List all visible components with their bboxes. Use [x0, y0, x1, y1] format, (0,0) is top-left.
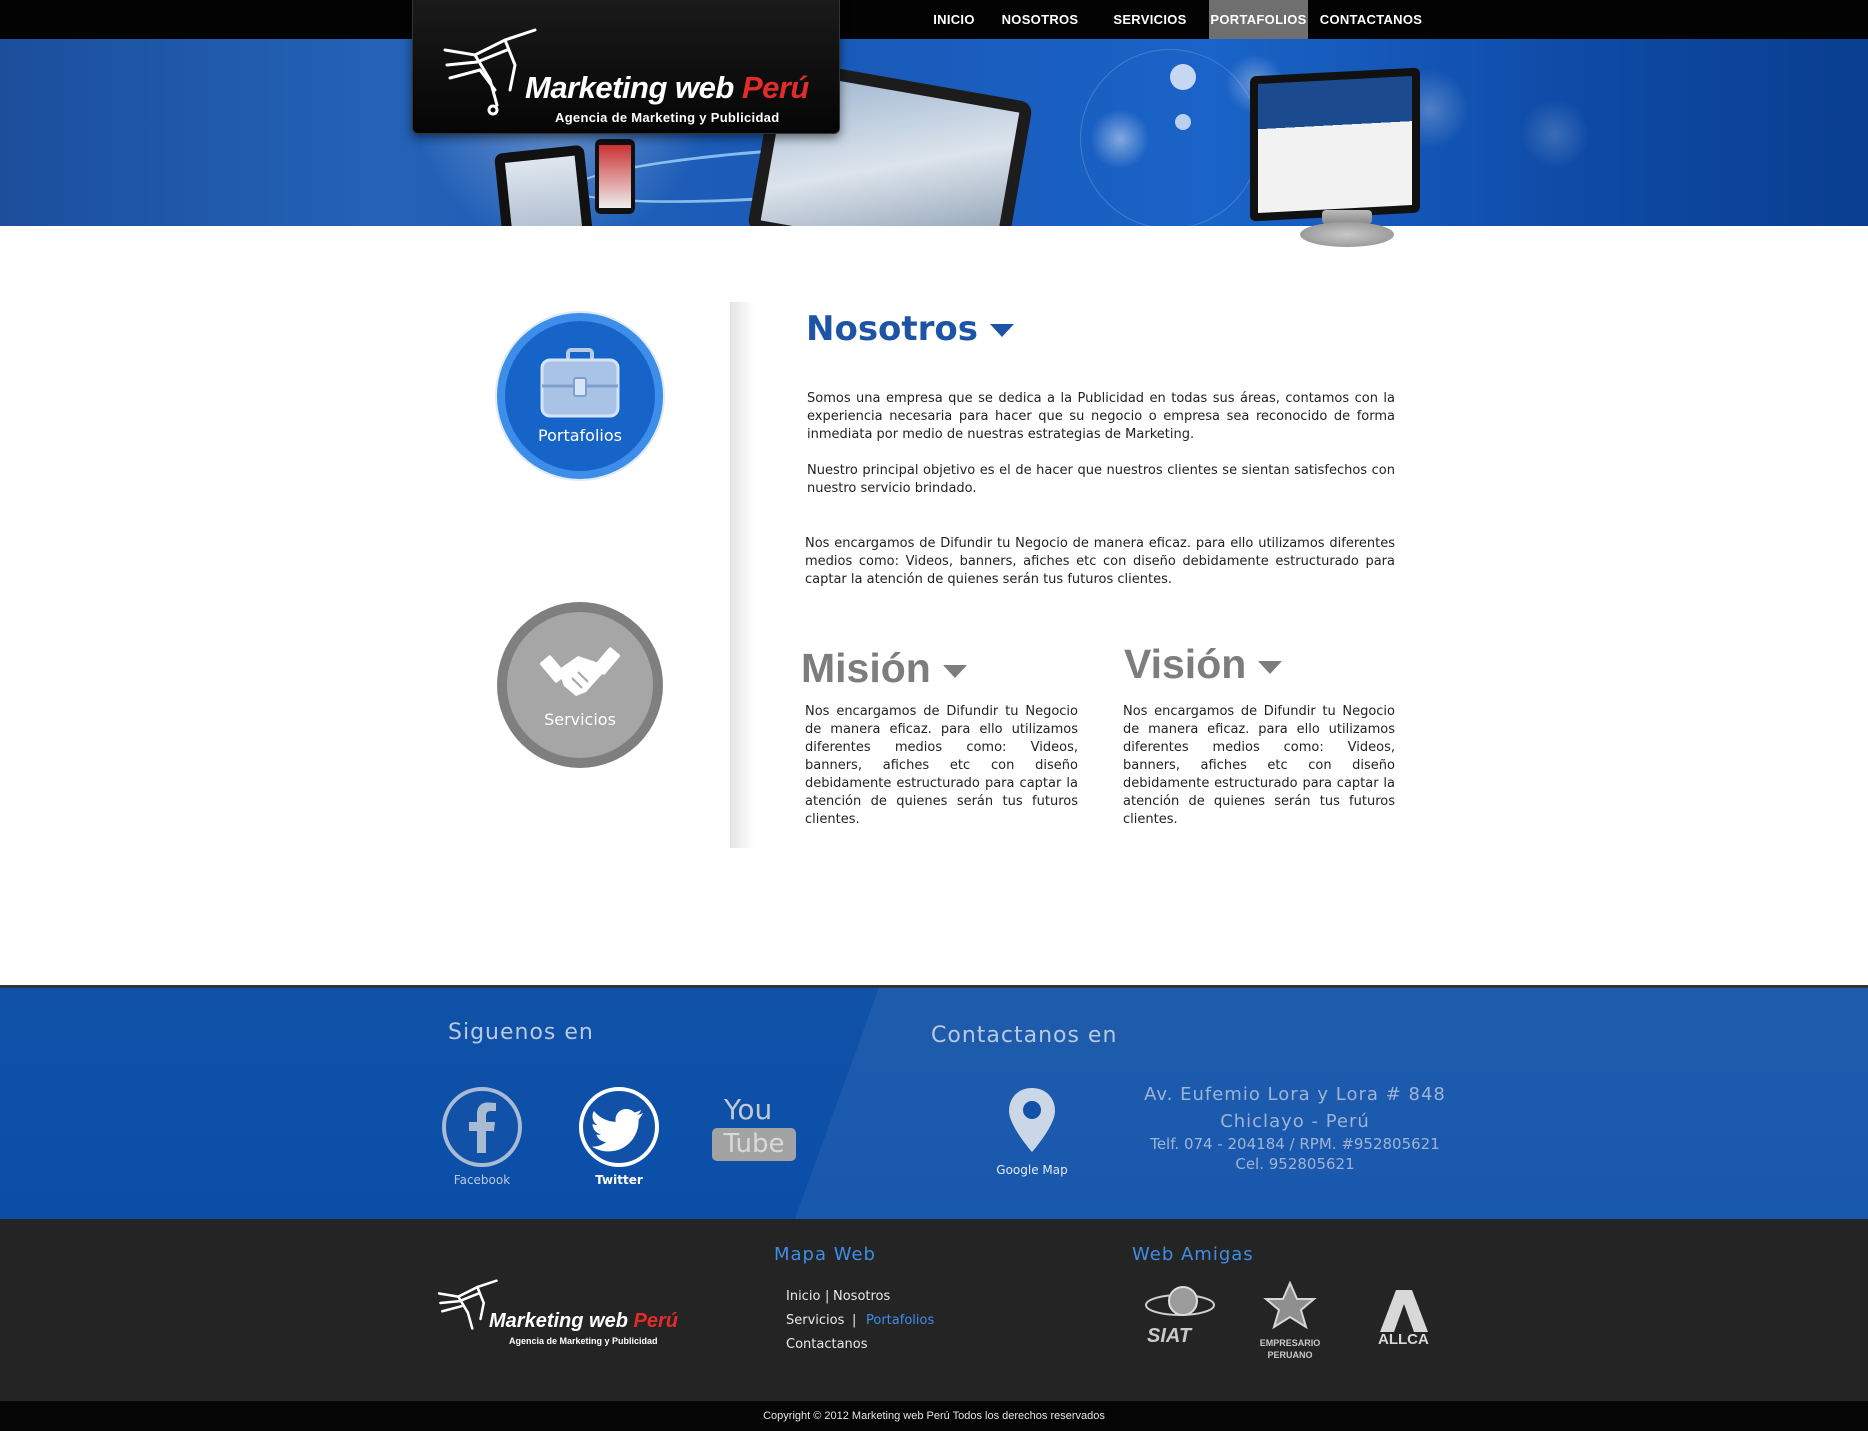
- servicios-label: Servicios: [544, 709, 616, 729]
- nosotros-heading: Nosotros: [806, 309, 1015, 349]
- handshake-icon: [540, 646, 620, 696]
- mision-text: Nos encargamos de Difundir tu Negocio de…: [805, 704, 1078, 827]
- nav-inicio[interactable]: INICIO: [926, 0, 982, 39]
- twitter-icon: [592, 1109, 643, 1152]
- nav-portafolios[interactable]: PORTAFOLIOS: [1209, 0, 1308, 39]
- footer-link-inicio[interactable]: Inicio: [786, 1289, 820, 1304]
- logo-wordmark: Marketing web Perú: [525, 70, 809, 105]
- map-pin-icon: [1009, 1088, 1055, 1152]
- youtube-tube-text: Tube: [712, 1128, 796, 1161]
- nav-servicios[interactable]: SERVICIOS: [1108, 0, 1192, 39]
- footer-social-contact: [0, 985, 1868, 1222]
- site-logo[interactable]: Marketing web Perú Agencia de Marketing …: [412, 0, 840, 134]
- nosotros-paragraph-2: Nuestro principal objetivo es el de hace…: [807, 463, 1395, 496]
- footer-logo-wordmark: Marketing web Perú: [489, 1310, 678, 1332]
- nav-nosotros[interactable]: NOSOTROS: [998, 0, 1082, 39]
- globe-icon: [1145, 1286, 1215, 1316]
- address-line-1: Av. Eufemio Lora y Lora # 848: [1144, 1084, 1446, 1105]
- copyright-bar: Copyright © 2012 Marketing web Perú Todo…: [0, 1401, 1868, 1431]
- allca-a-icon: [1380, 1290, 1428, 1332]
- portafolios-label: Portafolios: [538, 425, 622, 445]
- logo-tagline: Agencia de Marketing y Publicidad: [555, 110, 780, 125]
- vision-text: Nos encargamos de Difundir tu Negocio de…: [1123, 704, 1395, 827]
- portafolios-circle-button[interactable]: Portafolios: [497, 313, 663, 479]
- web-amigas-heading: Web Amigas: [1132, 1244, 1254, 1265]
- hero-banner: [0, 39, 1868, 226]
- vision-heading: Visión: [1124, 641, 1283, 688]
- monitor-device-image: [1250, 67, 1420, 222]
- partner-empresario-name: EMPRESARIO: [1259, 1338, 1321, 1348]
- google-map-label[interactable]: Google Map: [972, 1163, 1092, 1177]
- briefcase-icon: [540, 347, 620, 417]
- nosotros-paragraph-3: Nos encargamos de Difundir tu Negocio de…: [805, 536, 1395, 587]
- phone-line: Telf. 074 - 204184 / RPM. #952805621: [1150, 1135, 1440, 1153]
- tablet-device-image: [493, 144, 597, 226]
- partner-allca-logo[interactable]: ALLCA: [1374, 1288, 1434, 1350]
- footer-sitemap: [0, 1219, 1868, 1401]
- contactanos-heading: Contactanos en: [931, 1023, 1118, 1048]
- footer-link-separator: |: [852, 1313, 857, 1328]
- footer-logo[interactable]: Marketing web Perú Agencia de Marketing …: [427, 1268, 697, 1353]
- copyright-text: Copyright © 2012 Marketing web Perú Todo…: [763, 1410, 1105, 1422]
- footer-link-servicios[interactable]: Servicios: [786, 1313, 844, 1328]
- twitter-label[interactable]: Twitter: [559, 1173, 679, 1187]
- partner-peruano-name: PERUANO: [1267, 1350, 1313, 1360]
- partner-siat-logo[interactable]: SIAT: [1143, 1283, 1217, 1351]
- triangle-down-icon: [942, 664, 967, 678]
- facebook-link[interactable]: [442, 1087, 522, 1167]
- monitor-base: [1300, 222, 1394, 247]
- mapa-web-heading: Mapa Web: [774, 1244, 876, 1265]
- nav-contactanos[interactable]: CONTACTANOS: [1318, 0, 1424, 39]
- partner-allca-name: ALLCA: [1378, 1331, 1429, 1348]
- mision-heading: Misión: [801, 645, 967, 692]
- siguenos-heading: Siguenos en: [448, 1020, 594, 1045]
- partner-empresario-peruano-logo[interactable]: EMPRESARIO PERUANO: [1250, 1280, 1330, 1361]
- servicios-circle-button[interactable]: Servicios: [497, 602, 663, 768]
- youtube-link[interactable]: You Tube: [712, 1093, 796, 1163]
- star-icon: [1263, 1280, 1317, 1330]
- footer-logo-tagline: Agencia de Marketing y Publicidad: [509, 1336, 658, 1346]
- facebook-label[interactable]: Facebook: [422, 1173, 542, 1187]
- footer-link-nosotros[interactable]: Nosotros: [833, 1289, 890, 1304]
- content-divider: [730, 302, 754, 848]
- address-line-2: Chiclayo - Perú: [1220, 1111, 1370, 1132]
- triangle-down-icon: [990, 324, 1015, 337]
- cel-line: Cel. 952805621: [1235, 1155, 1355, 1173]
- phone-device-image: [595, 139, 635, 214]
- partner-siat-name: SIAT: [1147, 1325, 1192, 1347]
- footer-link-portafolios[interactable]: Portafolios: [866, 1313, 934, 1328]
- facebook-icon: [469, 1102, 496, 1153]
- twitter-link[interactable]: [579, 1087, 659, 1167]
- footer-link-separator: |: [825, 1289, 830, 1304]
- footer-link-contactanos[interactable]: Contactanos: [786, 1337, 868, 1352]
- google-map-link[interactable]: [1003, 1086, 1061, 1154]
- nosotros-paragraph-1: Somos una empresa que se dedica a la Pub…: [807, 391, 1395, 442]
- youtube-you-text: You: [724, 1093, 773, 1126]
- triangle-down-icon: [1258, 660, 1283, 674]
